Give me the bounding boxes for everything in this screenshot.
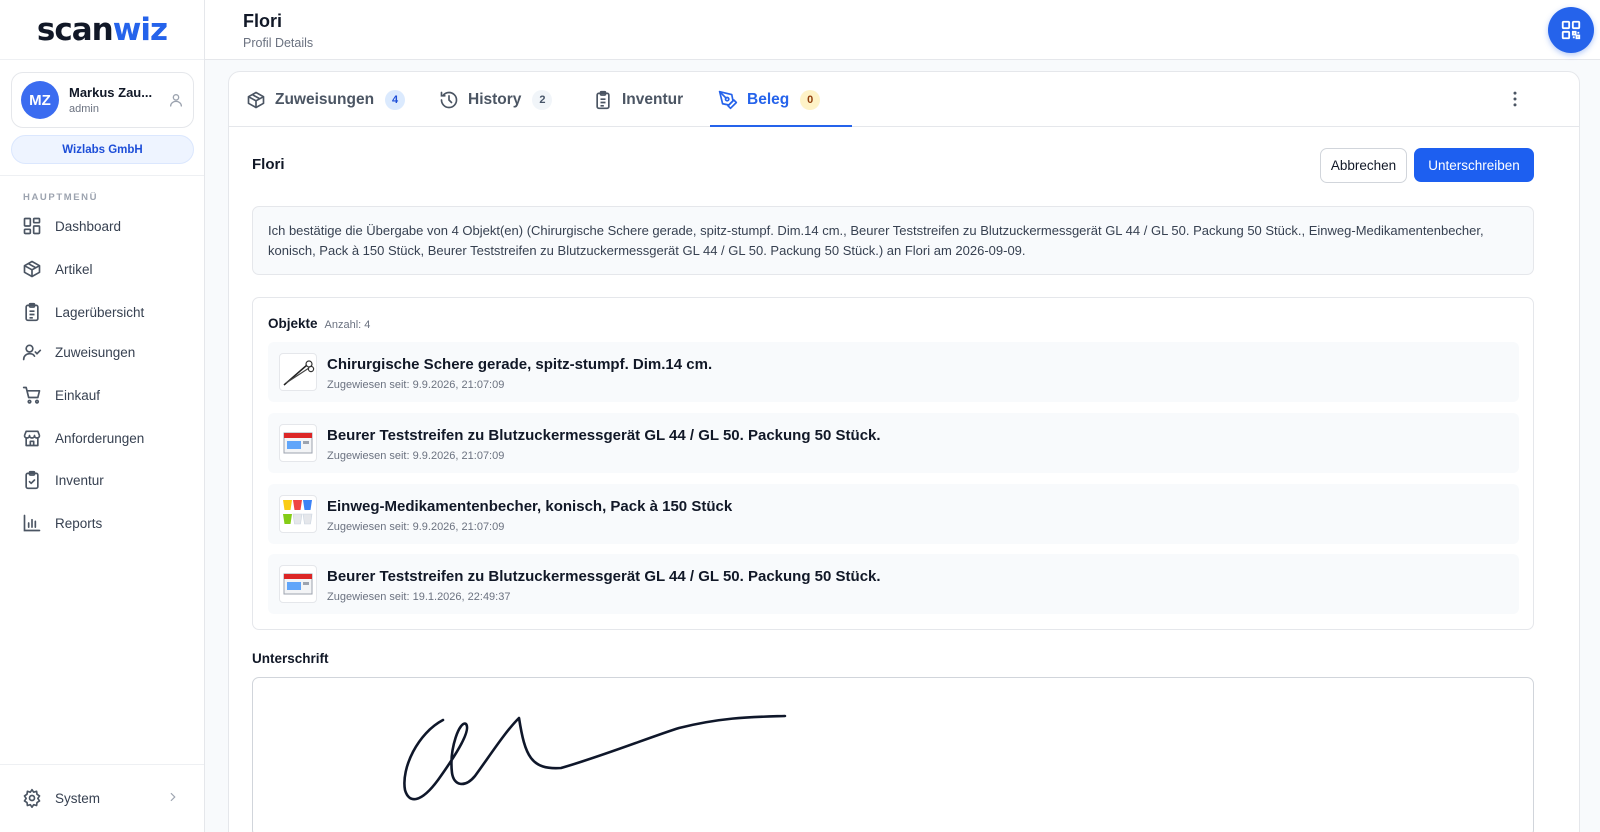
box-icon	[246, 90, 266, 110]
sidebar-item-label: System	[55, 790, 101, 806]
medicine-cups-thumbnail	[279, 495, 317, 533]
sidebar-item-einkauf[interactable]: Einkauf	[22, 383, 100, 407]
user-role: admin	[69, 103, 99, 115]
object-assigned-date: Zugewiesen seit: 19.1.2026, 22:49:37	[327, 591, 511, 603]
objects-count: Anzahl: 4	[324, 319, 371, 331]
tab-label: Zuweisungen	[275, 90, 375, 108]
object-name: Chirurgische Schere gerade, spitz-stumpf…	[327, 356, 713, 373]
object-assigned-date: Zugewiesen seit: 9.9.2026, 21:07:09	[327, 450, 505, 462]
tab-label: Inventur	[622, 90, 684, 108]
signature-drawing	[403, 714, 787, 801]
list-item[interactable]: Beurer Teststreifen zu Blutzuckermessger…	[268, 413, 1519, 473]
sidebar-item-label: Inventur	[55, 472, 104, 488]
tab-count-badge: 4	[385, 89, 406, 110]
gear-icon	[22, 788, 42, 808]
sidebar-item-inventur[interactable]: Inventur	[22, 468, 104, 492]
tab-beleg[interactable]: Beleg 0	[718, 72, 821, 127]
menu-heading: HAUPTMENÜ	[23, 192, 99, 203]
object-name: Beurer Teststreifen zu Blutzuckermessger…	[327, 568, 881, 585]
test-strips-box-thumbnail	[279, 424, 317, 462]
list-item[interactable]: Chirurgische Schere gerade, spitz-stumpf…	[268, 342, 1519, 402]
avatar: MZ	[21, 81, 59, 119]
sidebar-item-reports[interactable]: Reports	[22, 511, 102, 535]
store-icon	[22, 428, 42, 448]
sidebar-item-dashboard[interactable]: Dashboard	[22, 214, 121, 238]
tab-inventur[interactable]: Inventur	[593, 72, 683, 127]
history-icon	[439, 90, 459, 110]
chevron-right-icon[interactable]	[166, 790, 180, 804]
scissors-thumbnail	[279, 353, 317, 391]
user-name: Markus Zau...	[69, 85, 153, 100]
sidebar-item-label: Einkauf	[55, 387, 101, 403]
beleg-person-name: Flori	[252, 156, 285, 173]
cancel-button[interactable]: Abbrechen	[1320, 148, 1407, 183]
tab-label: Beleg	[747, 90, 790, 108]
signature-label: Unterschrift	[252, 651, 329, 666]
page-header: Flori Profil Details	[205, 0, 1600, 60]
test-strips-box-thumbnail	[279, 565, 317, 603]
qr-scan-button[interactable]	[1548, 7, 1594, 53]
object-assigned-date: Zugewiesen seit: 9.9.2026, 21:07:09	[327, 521, 505, 533]
tab-count-badge: 2	[532, 89, 553, 110]
sidebar-item-label: Artikel	[55, 261, 93, 277]
sidebar-item-anforderungen[interactable]: Anforderungen	[22, 426, 144, 450]
box-icon	[22, 259, 42, 279]
sidebar-item-system[interactable]: System	[22, 786, 100, 810]
confirmation-text: Ich bestätige die Übergabe von 4 Objekt(…	[252, 206, 1534, 275]
sign-button[interactable]: Unterschreiben	[1414, 148, 1534, 182]
company-badge[interactable]: Wizlabs GmbH	[11, 135, 194, 164]
user-icon[interactable]	[168, 92, 184, 108]
active-tab-indicator	[710, 125, 852, 127]
pen-tool-icon	[718, 90, 738, 110]
list-item[interactable]: Einweg-Medikamentenbecher, konisch, Pack…	[268, 484, 1519, 544]
sidebar-item-label: Dashboard	[55, 218, 122, 234]
qr-code-icon	[1561, 20, 1581, 40]
divider	[0, 764, 204, 765]
bar-chart-icon	[22, 513, 42, 533]
tab-count-badge: 0	[800, 89, 821, 110]
tab-zuweisungen[interactable]: Zuweisungen 4	[246, 72, 406, 127]
tab-label: History	[468, 90, 522, 108]
divider	[0, 175, 204, 176]
logo-text-wiz: wiz	[112, 11, 168, 48]
clipboard-icon	[593, 90, 613, 110]
objects-panel: Objekte Anzahl: 4 Chirurgische Schere ge…	[252, 297, 1534, 630]
sidebar-item-label: Lagerübersicht	[55, 304, 145, 320]
user-card[interactable]: MZ Markus Zau... admin	[11, 72, 194, 128]
dashboard-icon	[22, 216, 42, 236]
cart-icon	[22, 385, 42, 405]
object-name: Einweg-Medikamentenbecher, konisch, Pack…	[327, 498, 733, 515]
sidebar-item-label: Anforderungen	[55, 430, 145, 446]
sidebar-item-artikel[interactable]: Artikel	[22, 257, 93, 281]
user-check-icon	[22, 342, 42, 362]
signature-pad[interactable]	[252, 677, 1534, 832]
sidebar-item-label: Zuweisungen	[55, 344, 136, 360]
sidebar-item-label: Reports	[55, 515, 103, 531]
sidebar-item-lageruebersicht[interactable]: Lagerübersicht	[22, 300, 144, 324]
page-title: Flori	[243, 11, 282, 31]
tab-bar: Zuweisungen 4 History 2 Inventur Beleg 0	[229, 72, 1579, 127]
sidebar-item-zuweisungen[interactable]: Zuweisungen	[22, 340, 135, 364]
object-name: Beurer Teststreifen zu Blutzuckermessger…	[327, 427, 881, 444]
sidebar: scan wiz MZ Markus Zau... admin Wizlabs G…	[0, 0, 205, 832]
page-subtitle: Profil Details	[243, 36, 314, 50]
tab-history[interactable]: History 2	[439, 72, 553, 127]
profile-card: Zuweisungen 4 History 2 Inventur Beleg 0…	[228, 71, 1580, 832]
more-vertical-icon[interactable]	[1505, 89, 1525, 109]
clipboard-icon	[22, 302, 42, 322]
objects-title: Objekte	[268, 316, 318, 331]
clipboard-check-icon	[22, 470, 42, 490]
logo-text-scan: scan	[36, 11, 114, 48]
list-item[interactable]: Beurer Teststreifen zu Blutzuckermessger…	[268, 554, 1519, 614]
object-assigned-date: Zugewiesen seit: 9.9.2026, 21:07:09	[327, 379, 505, 391]
scanwiz-logo[interactable]: scan wiz	[0, 0, 204, 60]
